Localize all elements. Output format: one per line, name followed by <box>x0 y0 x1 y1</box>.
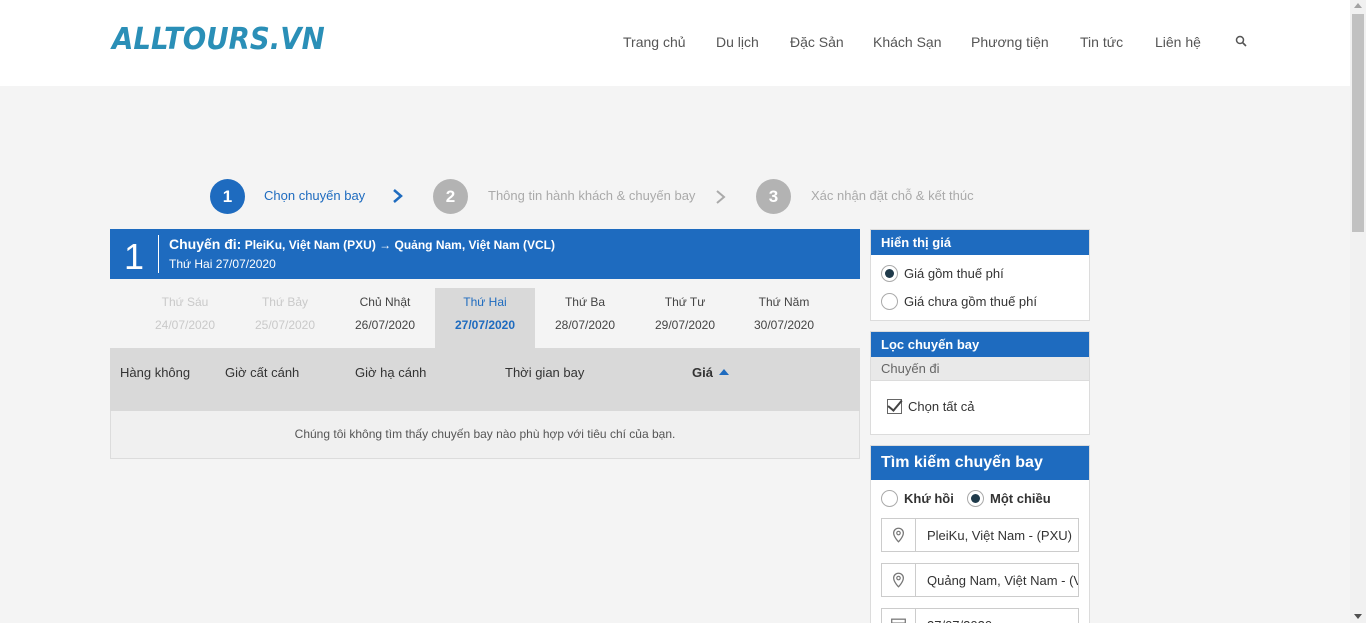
flight-search-box: Tìm kiếm chuyến bay Khứ hồi Một chiều <box>870 445 1090 623</box>
origin-field <box>881 518 1079 552</box>
step-1-label: Chọn chuyến bay <box>264 188 366 203</box>
date-tab[interactable]: Thứ Năm 30/07/2020 <box>734 288 834 348</box>
flight-filter-box: Lọc chuyến bay Chuyến đi Chọn tất cả <box>870 331 1090 435</box>
date-tab[interactable]: Chủ Nhật 26/07/2020 <box>335 288 435 348</box>
nav-item-specialties[interactable]: Đặc Sản <box>790 34 844 50</box>
trip-type-label: Khứ hồi <box>904 491 954 506</box>
destination-field <box>881 563 1079 597</box>
nav-item-hotels[interactable]: Khách Sạn <box>873 34 942 50</box>
date-tab-day: Thứ Tư <box>664 295 706 309</box>
date-field <box>881 608 1079 623</box>
trip-type-label: Một chiều <box>990 491 1051 506</box>
date-tab-day: Thứ Bảy <box>261 295 309 309</box>
column-departure-time[interactable]: Giờ cất cánh <box>225 365 299 380</box>
select-all-checkbox[interactable]: Chọn tất cả <box>887 399 975 414</box>
search-icon[interactable] <box>1235 35 1247 47</box>
date-tab[interactable]: Thứ Ba 28/07/2020 <box>535 288 635 348</box>
site-logo[interactable]: ALLTOURS.VN <box>112 22 325 57</box>
checkbox-checked-icon[interactable] <box>887 399 902 414</box>
step-2-label: Thông tin hành khách & chuyến bay <box>488 188 696 203</box>
location-pin-icon <box>893 519 916 551</box>
route-prefix: Chuyến đi: <box>169 236 242 252</box>
location-pin-icon <box>893 564 916 596</box>
no-results-message: Chúng tôi không tìm thấy chuyến bay nào … <box>110 411 860 459</box>
sort-ascending-icon <box>718 369 729 375</box>
step-2-number: 2 <box>433 179 468 214</box>
scroll-up-arrow-icon[interactable] <box>1354 3 1362 8</box>
price-option-label: Giá gồm thuế phí <box>904 266 1004 281</box>
date-tab-day: Thứ Ba <box>564 295 606 309</box>
nav-item-travel[interactable]: Du lịch <box>716 34 759 50</box>
trip-type-oneway[interactable]: Một chiều <box>967 490 1051 507</box>
step-3-number: 3 <box>756 179 791 214</box>
search-title: Tìm kiếm chuyến bay <box>871 446 1089 480</box>
column-duration[interactable]: Thời gian bay <box>505 365 584 380</box>
site-header: ALLTOURS.VN Trang chủ Du lịch Đặc Sản Kh… <box>0 0 1350 86</box>
scroll-thumb[interactable] <box>1352 14 1364 232</box>
date-tab-date: 29/07/2020 <box>654 318 716 332</box>
flight-date: Thứ Hai 27/07/2020 <box>169 257 276 271</box>
destination-input[interactable] <box>917 564 1078 596</box>
price-option-with-tax[interactable]: Giá gồm thuế phí <box>881 265 1004 282</box>
date-tab-date: 26/07/2020 <box>354 318 416 332</box>
radio-selected-icon[interactable] <box>967 490 984 507</box>
price-display-box: Hiển thị giá Giá gồm thuế phí Giá chưa g… <box>870 229 1090 321</box>
radio-icon[interactable] <box>881 293 898 310</box>
nav-item-home[interactable]: Trang chủ <box>623 34 686 50</box>
date-tab-date: 25/07/2020 <box>254 318 316 332</box>
column-price[interactable]: Giá <box>692 365 729 380</box>
date-tab-date: 27/07/2020 <box>454 318 516 332</box>
date-tab[interactable]: Thứ Tư 29/07/2020 <box>635 288 735 348</box>
price-display-title: Hiển thị giá <box>871 230 1089 255</box>
select-all-label: Chọn tất cả <box>908 399 975 414</box>
date-tab-date: 28/07/2020 <box>554 318 616 332</box>
flight-leg-number: 1 <box>124 236 145 277</box>
price-option-without-tax[interactable]: Giá chưa gồm thuế phí <box>881 293 1037 310</box>
route-text: PleiKu, Việt Nam (PXU) → Quảng Nam, Việt… <box>244 238 555 252</box>
date-tab: Thứ Sáu 24/07/2020 <box>135 288 235 348</box>
origin-input[interactable] <box>917 519 1078 551</box>
page-scrollbar[interactable] <box>1350 0 1366 623</box>
nav-item-contact[interactable]: Liên hệ <box>1155 34 1201 50</box>
flight-table-header: Hàng không Giờ cất cánh Giờ hạ cánh Thời… <box>110 348 860 411</box>
date-selector: Thứ Sáu 24/07/2020 Thứ Bảy 25/07/2020 Ch… <box>110 279 860 348</box>
departure-date-input[interactable] <box>917 609 1078 623</box>
date-tab-selected[interactable]: Thứ Hai 27/07/2020 <box>435 288 535 348</box>
trip-type-round[interactable]: Khứ hồi <box>881 490 954 507</box>
date-tab-day: Chủ Nhật <box>359 295 411 309</box>
filter-subheading: Chuyến đi <box>871 357 1089 381</box>
flight-route: Chuyến đi: PleiKu, Việt Nam (PXU) → Quản… <box>169 236 555 252</box>
nav-item-news[interactable]: Tin tức <box>1080 34 1123 50</box>
radio-selected-icon[interactable] <box>881 265 898 282</box>
column-price-label: Giá <box>692 365 713 380</box>
nav-item-transport[interactable]: Phương tiện <box>971 34 1049 50</box>
date-tab-date: 24/07/2020 <box>154 318 216 332</box>
flight-header: 1 Chuyến đi: PleiKu, Việt Nam (PXU) → Qu… <box>110 229 860 279</box>
date-tab-date: 30/07/2020 <box>753 318 815 332</box>
date-tab-day: Thứ Hai <box>463 295 507 309</box>
date-tab: Thứ Bảy 25/07/2020 <box>235 288 335 348</box>
calendar-icon <box>891 609 916 623</box>
divider <box>158 235 159 273</box>
column-airline[interactable]: Hàng không <box>120 365 190 380</box>
step-1-number: 1 <box>210 179 245 214</box>
column-arrival-time[interactable]: Giờ hạ cánh <box>355 365 426 380</box>
chevron-right-icon <box>716 190 726 204</box>
scroll-down-arrow-icon[interactable] <box>1354 614 1362 619</box>
date-tab-day: Thứ Năm <box>758 295 810 309</box>
filter-title: Lọc chuyến bay <box>871 332 1089 357</box>
radio-icon[interactable] <box>881 490 898 507</box>
price-option-label: Giá chưa gồm thuế phí <box>904 294 1038 309</box>
chevron-right-icon <box>393 189 403 203</box>
step-3-label: Xác nhận đặt chỗ & kết thúc <box>811 188 974 203</box>
date-tab-day: Thứ Sáu <box>161 295 209 309</box>
